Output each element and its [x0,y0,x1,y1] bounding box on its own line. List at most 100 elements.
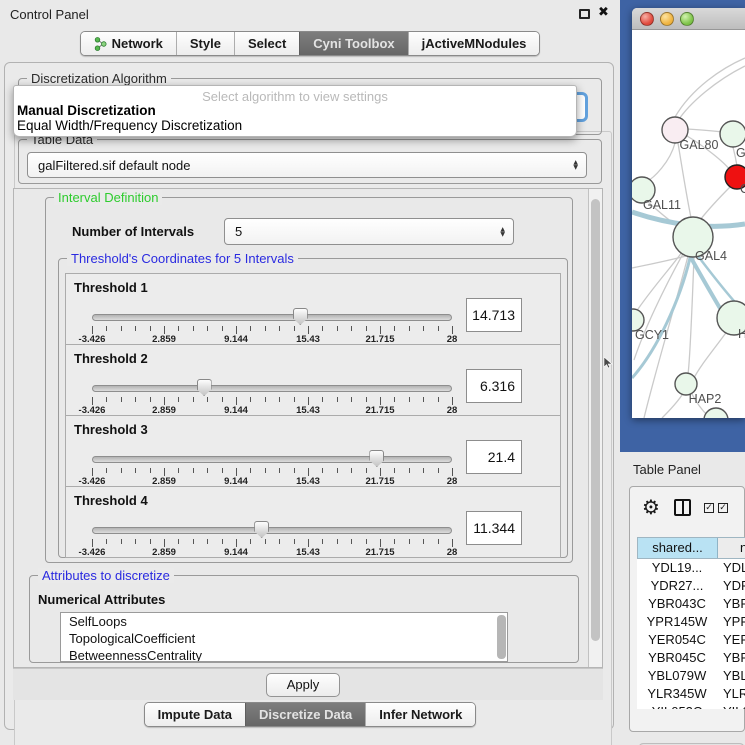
slider-thumb[interactable] [369,450,384,467]
node-label: HAP2 [689,392,722,406]
cell-shared-name[interactable]: YBR045C [637,649,717,667]
tab-cyni-toolbox[interactable]: Cyni Toolbox [299,32,407,55]
slider-track[interactable] [92,456,452,463]
threshold-value-field[interactable]: 14.713 [466,298,522,332]
tab-impute-data[interactable]: Impute Data [145,703,245,726]
table-row[interactable]: YLR345WYLR3 [637,685,745,703]
table-row[interactable]: YER054CYER0 [637,631,745,649]
spinner-arrows-icon[interactable]: ▲▼ [500,227,505,237]
table-data-combo[interactable]: galFiltered.sif default node ▲▼ [27,152,587,178]
attribute-list-item[interactable]: TopologicalCoefficient [61,630,507,647]
table-panel-body: ⚙ ✓ ✓ shared... n YDL19...YDL1YDR27...YD… [629,486,745,732]
network-node[interactable] [704,408,728,418]
vertical-scrollbar[interactable] [588,189,602,667]
tab-label: Discretize Data [259,707,352,722]
split-columns-icon[interactable] [674,499,691,516]
tab-style[interactable]: Style [176,32,234,55]
mac-close-button[interactable] [640,12,654,26]
checkbox-icon[interactable]: ✓ [704,503,714,513]
table-row[interactable]: YPR145WYPR1 [637,613,745,631]
cell-shared-name[interactable]: YDL19... [637,559,717,577]
network-window-titlebar[interactable] [632,8,745,30]
float-window-icon[interactable] [579,9,590,19]
threshold-slider[interactable] [92,383,452,395]
numerical-attributes-list[interactable]: SelfLoopsTopologicalCoefficientBetweenne… [60,612,508,662]
table-row[interactable]: YBR045CYBR0 [637,649,745,667]
cell-shared-name[interactable]: YPR145W [637,613,717,631]
apply-button[interactable]: Apply [266,673,340,697]
table-row[interactable]: YBR043CYBR0 [637,595,745,613]
threshold-value-field[interactable]: 11.344 [466,511,522,545]
attribute-list-item[interactable]: BetweennessCentrality [61,647,507,662]
threshold-slider[interactable] [92,525,452,537]
attributes-group: Attributes to discretize Numerical Attri… [29,575,579,663]
tab-select[interactable]: Select [234,32,299,55]
node-label: C [740,182,745,196]
combo-arrows-icon[interactable]: ▲▼ [573,160,578,170]
cell-shared-name[interactable]: YER054C [637,631,717,649]
table-row[interactable]: YDL19...YDL1 [637,559,745,577]
network-canvas[interactable]: GAL80GACGAL11GAL4GCY1HHAP2 [632,30,745,418]
cell-name[interactable]: YBL0 [717,667,745,685]
node-table[interactable]: shared... n YDL19...YDL1YDR27...YDR2YBR0… [637,537,745,709]
close-icon[interactable]: ✖ [598,5,609,20]
slider-thumb[interactable] [197,379,212,396]
attributes-scrollbar-thumb[interactable] [497,615,506,659]
cell-shared-name[interactable]: YDR27... [637,577,717,595]
table-row[interactable]: YIL052CYIL0 [637,703,745,709]
cell-name[interactable]: YBR0 [717,595,745,613]
column-header-name[interactable]: n [718,538,745,558]
thresholds-group: Threshold's Coordinates for 5 Intervals … [58,258,568,558]
cell-name[interactable]: YLR3 [717,685,745,703]
numerical-attributes-label: Numerical Attributes [38,592,165,607]
threshold-slider[interactable] [92,454,452,466]
column-header-shared[interactable]: shared... [638,538,718,558]
top-tab-bar: Network StyleSelectCyni Toolbox jActiveMNo… [0,31,620,56]
cell-name[interactable]: YDR2 [717,577,745,595]
tab-label: jActiveMNodules [422,36,527,51]
tab-discretize-data[interactable]: Discretize Data [245,703,365,726]
cell-name[interactable]: YBR0 [717,649,745,667]
bottom-tab-bar: Impute Data Discretize Data Infer Network [0,702,620,727]
cell-shared-name[interactable]: YIL052C [637,703,717,709]
network-node[interactable] [720,121,745,147]
cell-name[interactable]: YER0 [717,631,745,649]
slider-thumb[interactable] [293,308,308,325]
cell-shared-name[interactable]: YBR043C [637,595,717,613]
vertical-scrollbar-thumb[interactable] [591,199,600,641]
threshold-value-field[interactable]: 21.4 [466,440,522,474]
number-of-intervals-label: Number of Intervals [72,224,194,239]
checkbox-icon[interactable]: ✓ [718,503,728,513]
network-view-window: GAL80GACGAL11GAL4GCY1HHAP2 [632,8,745,418]
threshold-value-field[interactable]: 6.316 [466,369,522,403]
node-label: GAL4 [695,249,727,263]
slider-thumb[interactable] [254,521,269,538]
algorithm-dropdown-popup: Select algorithm to view settings Manual… [13,85,577,137]
threshold-slider[interactable] [92,312,452,324]
mac-zoom-button[interactable] [680,12,694,26]
cell-name[interactable]: YPR1 [717,613,745,631]
table-row[interactable]: YBL079WYBL0 [637,667,745,685]
cell-name[interactable]: YIL0 [717,703,745,709]
tab-jactivemnodules[interactable]: jActiveMNodules [408,32,540,55]
cell-name[interactable]: YDL1 [717,559,745,577]
cell-shared-name[interactable]: YLR345W [637,685,717,703]
tab-network[interactable]: Network [81,32,176,55]
tab-infer-network[interactable]: Infer Network [365,703,475,726]
threshold-panel: Threshold 1-3.4262.8599.14415.4321.71528… [65,273,561,345]
slider-track[interactable] [92,314,452,321]
number-of-intervals-spinner[interactable]: 5 ▲▼ [224,218,514,245]
tab-label: Network [112,36,163,51]
slider-track[interactable] [92,527,452,534]
table-row[interactable]: YDR27...YDR2 [637,577,745,595]
interval-definition-title: Interval Definition [54,190,162,205]
discretization-algorithm-title: Discretization Algorithm [27,71,171,86]
algorithm-popup-item[interactable]: Manual Discretization [14,103,576,118]
algorithm-popup-item[interactable]: Equal Width/Frequency Discretization [14,118,576,133]
node-label: H [738,327,745,341]
mac-minimize-button[interactable] [660,12,674,26]
gear-icon[interactable]: ⚙ [642,495,660,519]
attribute-list-item[interactable]: SelfLoops [61,613,507,630]
cell-shared-name[interactable]: YBL079W [637,667,717,685]
slider-track[interactable] [92,385,452,392]
